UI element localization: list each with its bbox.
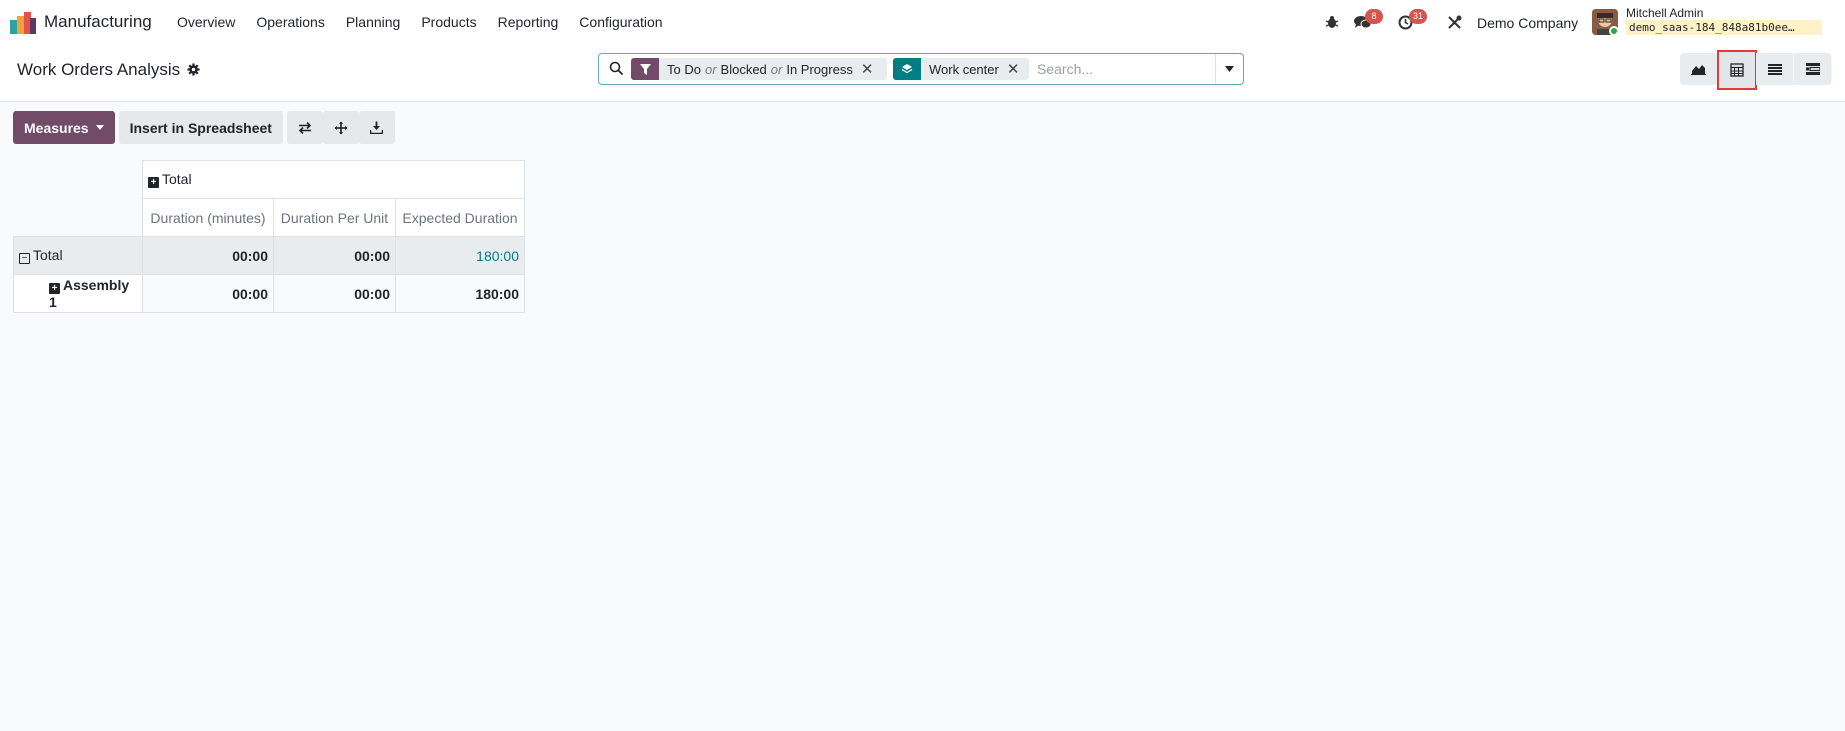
user-name[interactable]: Mitchell Admin bbox=[1626, 6, 1703, 20]
area-chart-icon bbox=[1691, 65, 1706, 75]
filter-facet: To Do or Blocked or In Progress ✕ bbox=[631, 58, 887, 80]
pivot-cell[interactable]: 180:00 bbox=[395, 274, 525, 313]
expand-all-button[interactable] bbox=[322, 111, 359, 144]
remove-groupby-facet-close-icon[interactable]: ✕ bbox=[1007, 60, 1028, 78]
tools-icon[interactable] bbox=[1447, 15, 1462, 30]
view-switcher bbox=[1680, 50, 1832, 90]
menu-configuration[interactable]: Configuration bbox=[579, 14, 662, 30]
pivot-corner-cell bbox=[14, 199, 143, 237]
measures-button[interactable]: Measures bbox=[13, 111, 115, 144]
pivot-cell[interactable]: 00:00 bbox=[273, 236, 396, 275]
filter-icon bbox=[631, 58, 659, 80]
search-icon[interactable] bbox=[609, 61, 624, 76]
company-switcher[interactable]: Demo Company bbox=[1477, 15, 1578, 31]
pivot-row-label: Assembly 1 bbox=[49, 277, 130, 310]
pivot-view-button[interactable] bbox=[1717, 50, 1757, 90]
groupby-facet-label: Work center bbox=[929, 61, 999, 77]
pivot-actions-group bbox=[286, 111, 395, 144]
caret-down-icon bbox=[1225, 66, 1234, 72]
pivot-corner-cell bbox=[14, 161, 143, 199]
search-bar: To Do or Blocked or In Progress ✕ Work cente… bbox=[598, 53, 1244, 85]
menu-reporting[interactable]: Reporting bbox=[498, 14, 559, 30]
search-options-toggle[interactable] bbox=[1215, 54, 1243, 84]
table-row: − Total 00:00 00:00 180:00 bbox=[13, 236, 525, 275]
menu-products[interactable]: Products bbox=[421, 14, 476, 30]
layers-icon bbox=[893, 58, 921, 80]
remove-filter-facet-close-icon[interactable]: ✕ bbox=[861, 60, 882, 78]
pivot-cell[interactable]: 180:00 bbox=[395, 236, 525, 275]
manufacturing-app-icon[interactable] bbox=[10, 12, 36, 34]
caret-down-icon bbox=[95, 125, 104, 130]
top-navbar: Manufacturing Overview Operations Planni… bbox=[0, 0, 1845, 46]
collapse-minus-icon: − bbox=[19, 253, 30, 264]
app-name[interactable]: Manufacturing bbox=[44, 12, 152, 32]
pivot-cell[interactable]: 00:00 bbox=[142, 274, 274, 313]
download-button[interactable] bbox=[358, 111, 395, 144]
measure-header-expected-duration[interactable]: Expected Duration bbox=[395, 198, 525, 237]
messages-badge: 8 bbox=[1365, 9, 1383, 24]
measures-button-label: Measures bbox=[24, 119, 89, 136]
main-menu: Overview Operations Planning Products Re… bbox=[177, 14, 684, 30]
page-title: Work Orders Analysis bbox=[17, 60, 181, 79]
control-panel: Work Orders Analysis To Do or Blocked or In … bbox=[0, 46, 1845, 102]
pivot-table: + Total Duration (minutes) Duration Per U… bbox=[13, 160, 525, 313]
flip-axis-button[interactable] bbox=[286, 111, 323, 144]
filter-facet-values: To Do or Blocked or In Progress bbox=[667, 61, 853, 77]
expand-plus-icon: + bbox=[49, 283, 60, 294]
expand-plus-icon: + bbox=[148, 177, 159, 188]
activities-badge: 31 bbox=[1409, 9, 1428, 24]
pivot-col-header-total[interactable]: + Total bbox=[142, 160, 525, 199]
graph-view-button[interactable] bbox=[1680, 53, 1718, 85]
gear-icon[interactable] bbox=[187, 63, 200, 76]
groupby-facet: Work center ✕ bbox=[893, 58, 1029, 80]
arrows-expand-icon bbox=[334, 121, 348, 134]
list-icon bbox=[1767, 63, 1782, 75]
measure-header-duration[interactable]: Duration (minutes) bbox=[142, 198, 274, 237]
gantt-icon bbox=[1805, 63, 1820, 75]
table-row: + Assembly 1 00:00 00:00 180:00 bbox=[13, 274, 525, 313]
pivot-cell[interactable]: 00:00 bbox=[142, 236, 274, 275]
bug-icon[interactable] bbox=[1325, 15, 1339, 29]
download-icon bbox=[370, 121, 384, 134]
menu-planning[interactable]: Planning bbox=[346, 14, 401, 30]
search-input[interactable] bbox=[1035, 59, 1215, 79]
insert-in-spreadsheet-button[interactable]: Insert in Spreadsheet bbox=[118, 111, 283, 144]
exchange-icon bbox=[298, 121, 312, 134]
pivot-toolbar: Measures Insert in Spreadsheet bbox=[13, 111, 395, 144]
measure-header-duration-per-unit[interactable]: Duration Per Unit bbox=[273, 198, 396, 237]
pivot-row-header-total[interactable]: − Total bbox=[13, 236, 143, 275]
pivot-table-icon bbox=[1729, 63, 1744, 77]
pivot-row-header-assembly-1[interactable]: + Assembly 1 bbox=[13, 274, 143, 313]
menu-overview[interactable]: Overview bbox=[177, 14, 235, 30]
pivot-cell[interactable]: 00:00 bbox=[273, 274, 396, 313]
gantt-view-button[interactable] bbox=[1794, 53, 1832, 85]
list-view-button[interactable] bbox=[1756, 53, 1794, 85]
pivot-row-label: Total bbox=[33, 247, 63, 263]
pivot-col-header-label: Total bbox=[162, 171, 192, 187]
database-name: demo_saas-184_848a81b0ee… bbox=[1626, 20, 1822, 35]
menu-operations[interactable]: Operations bbox=[256, 14, 324, 30]
online-status-icon bbox=[1609, 26, 1619, 36]
